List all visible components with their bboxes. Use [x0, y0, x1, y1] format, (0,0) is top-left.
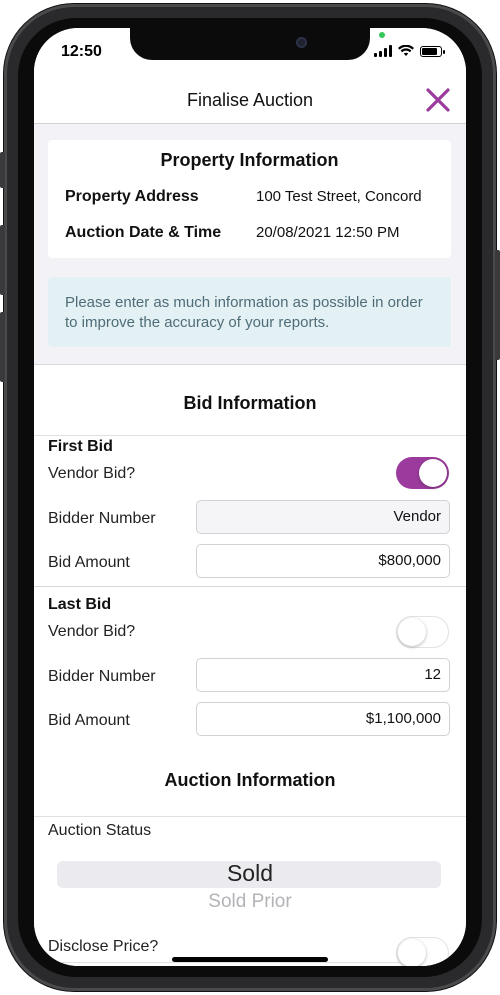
- auction-status-option-faint: [34, 910, 466, 925]
- volume-up-button: [0, 225, 5, 295]
- first-bid-amount-field[interactable]: $800,000: [196, 544, 450, 578]
- auction-info-section: Auction Information Auction Status: [34, 744, 466, 966]
- disclose-price-toggle[interactable]: [396, 937, 449, 966]
- camera-in-use-indicator: [379, 32, 385, 38]
- silent-switch: [0, 152, 5, 188]
- bid-info-title: Bid Information: [34, 372, 466, 436]
- status-time: 12:50: [61, 43, 102, 60]
- notch: [130, 28, 370, 60]
- camera: [296, 37, 307, 48]
- last-bid-amount-field[interactable]: $1,100,000: [196, 702, 450, 736]
- property-address-label: Property Address: [65, 188, 199, 205]
- volume-down-button: [0, 312, 5, 382]
- auction-status-option-selected[interactable]: Sold: [34, 860, 466, 887]
- first-bid-amount-label: Bid Amount: [48, 554, 130, 571]
- property-address-value: 100 Test Street, Concord: [256, 188, 422, 205]
- close-button[interactable]: [422, 84, 454, 116]
- close-icon: [426, 88, 450, 112]
- screen: 12:50 Finalise Auction Property Informat…: [34, 28, 466, 966]
- notice-box: Please enter as much information as poss…: [48, 277, 451, 347]
- auction-info-title: Auction Information: [34, 744, 466, 817]
- divider: [34, 586, 466, 587]
- divider: [34, 364, 466, 365]
- first-bidder-number-field[interactable]: Vendor: [196, 500, 450, 534]
- power-button: [495, 250, 500, 360]
- auction-datetime-value: 20/08/2021 12:50 PM: [256, 224, 400, 241]
- status-icons: [374, 43, 445, 59]
- property-info-card: Property Information Property Address 10…: [48, 140, 451, 258]
- last-bid-heading: Last Bid: [48, 596, 112, 613]
- auction-datetime-label: Auction Date & Time: [65, 224, 222, 241]
- wifi-icon: [398, 45, 414, 56]
- first-bidder-number-label: Bidder Number: [48, 510, 156, 527]
- last-vendor-bid-label: Vendor Bid?: [48, 623, 136, 640]
- disclose-price-label: Disclose Price?: [48, 938, 159, 955]
- page-title: Finalise Auction: [186, 90, 314, 110]
- first-vendor-bid-label: Vendor Bid?: [48, 465, 136, 482]
- last-vendor-bid-toggle[interactable]: [396, 616, 449, 648]
- nav-bar: Finalise Auction: [34, 78, 466, 124]
- auction-status-label: Auction Status: [48, 822, 152, 839]
- bid-info-section: Bid Information First Bid Vendor Bid? Bi…: [34, 364, 466, 784]
- home-indicator[interactable]: [172, 957, 328, 962]
- cellular-signal-icon: [374, 45, 392, 57]
- last-bid-amount-label: Bid Amount: [48, 712, 130, 729]
- first-vendor-bid-toggle[interactable]: [396, 457, 449, 489]
- last-bidder-number-label: Bidder Number: [48, 668, 156, 685]
- battery-icon: [420, 45, 445, 57]
- scroll-content[interactable]: Property Information Property Address 10…: [34, 124, 466, 966]
- first-bid-heading: First Bid: [48, 438, 113, 455]
- last-bidder-number-field[interactable]: 12: [196, 658, 450, 692]
- property-info-title: Property Information: [160, 150, 339, 170]
